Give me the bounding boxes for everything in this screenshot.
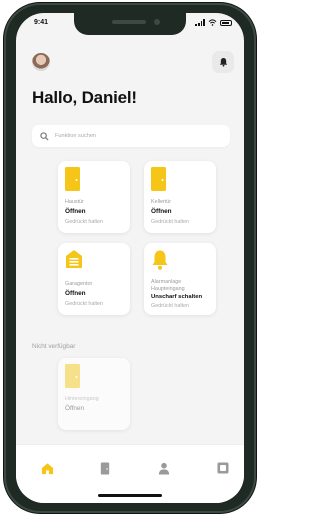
tile-action: Öffnen [151,208,172,215]
door-icon [65,167,80,191]
tile-action: Öffnen [65,208,86,215]
tab-settings[interactable] [215,460,231,476]
tile-action: Öffnen [65,290,86,297]
tile-garagentor[interactable]: Garagentor Öffnen Gedrückt halten [58,243,130,315]
user-avatar[interactable] [32,53,50,71]
tile-hint: Gedrückt halten [65,301,104,307]
signal-icon [195,19,205,26]
tile-kellertuer[interactable]: Kellertür Öffnen Gedrückt halten [144,161,216,233]
home-icon [41,462,53,474]
tile-alarmanlage[interactable]: Alarmanlage Haupteingang Unscharf schalt… [144,243,216,315]
tile-name: Haustür [65,199,84,205]
search-placeholder: Funktion suchen [55,133,97,139]
tile-name: Kellertür [151,199,172,205]
battery-icon [220,19,232,26]
bell-icon [152,250,168,270]
tile-action: Öffnen [65,405,85,412]
door-icon [151,167,166,191]
front-camera [154,19,160,25]
section-unavailable-label: Nicht verfügbar [32,343,76,350]
app-screen: 9:41 Hallo, Daniel! Funktion suchen Haus… [16,13,244,503]
tile-name: Garagentor [65,281,93,287]
status-time: 9:41 [34,19,49,26]
phone-frame: 9:41 Hallo, Daniel! Funktion suchen Haus… [4,3,256,513]
search-input[interactable]: Funktion suchen [32,125,230,147]
tile-hint: Gedrückt halten [65,219,104,225]
tile-name: Hintereingang [65,396,99,402]
tile-hintereingang: Hintereingang Öffnen [58,358,130,430]
wifi-icon [208,19,217,26]
garage-icon [66,250,82,268]
bell-icon [219,57,227,67]
tile-hint: Gedrückt halten [151,303,190,309]
tab-doors[interactable] [97,460,113,476]
speaker-grille [112,20,146,24]
tile-name: Alarmanlage Haupteingang [151,279,185,292]
search-icon [40,131,49,141]
door-icon [100,461,110,475]
tab-home[interactable] [39,460,55,476]
door-icon [65,364,80,388]
status-icons [195,19,232,26]
person-icon [158,462,170,475]
device-notch [74,13,186,35]
page-title: Hallo, Daniel! [32,88,137,107]
settings-icon [217,462,229,474]
tile-haustuer[interactable]: Haustür Öffnen Gedrückt halten [58,161,130,233]
home-indicator [98,494,162,497]
tab-profile[interactable] [156,460,172,476]
tile-action: Unscharf schalten [151,294,203,300]
tile-hint: Gedrückt halten [151,219,190,225]
notifications-button[interactable] [212,51,234,73]
bottom-tab-bar [16,444,244,503]
